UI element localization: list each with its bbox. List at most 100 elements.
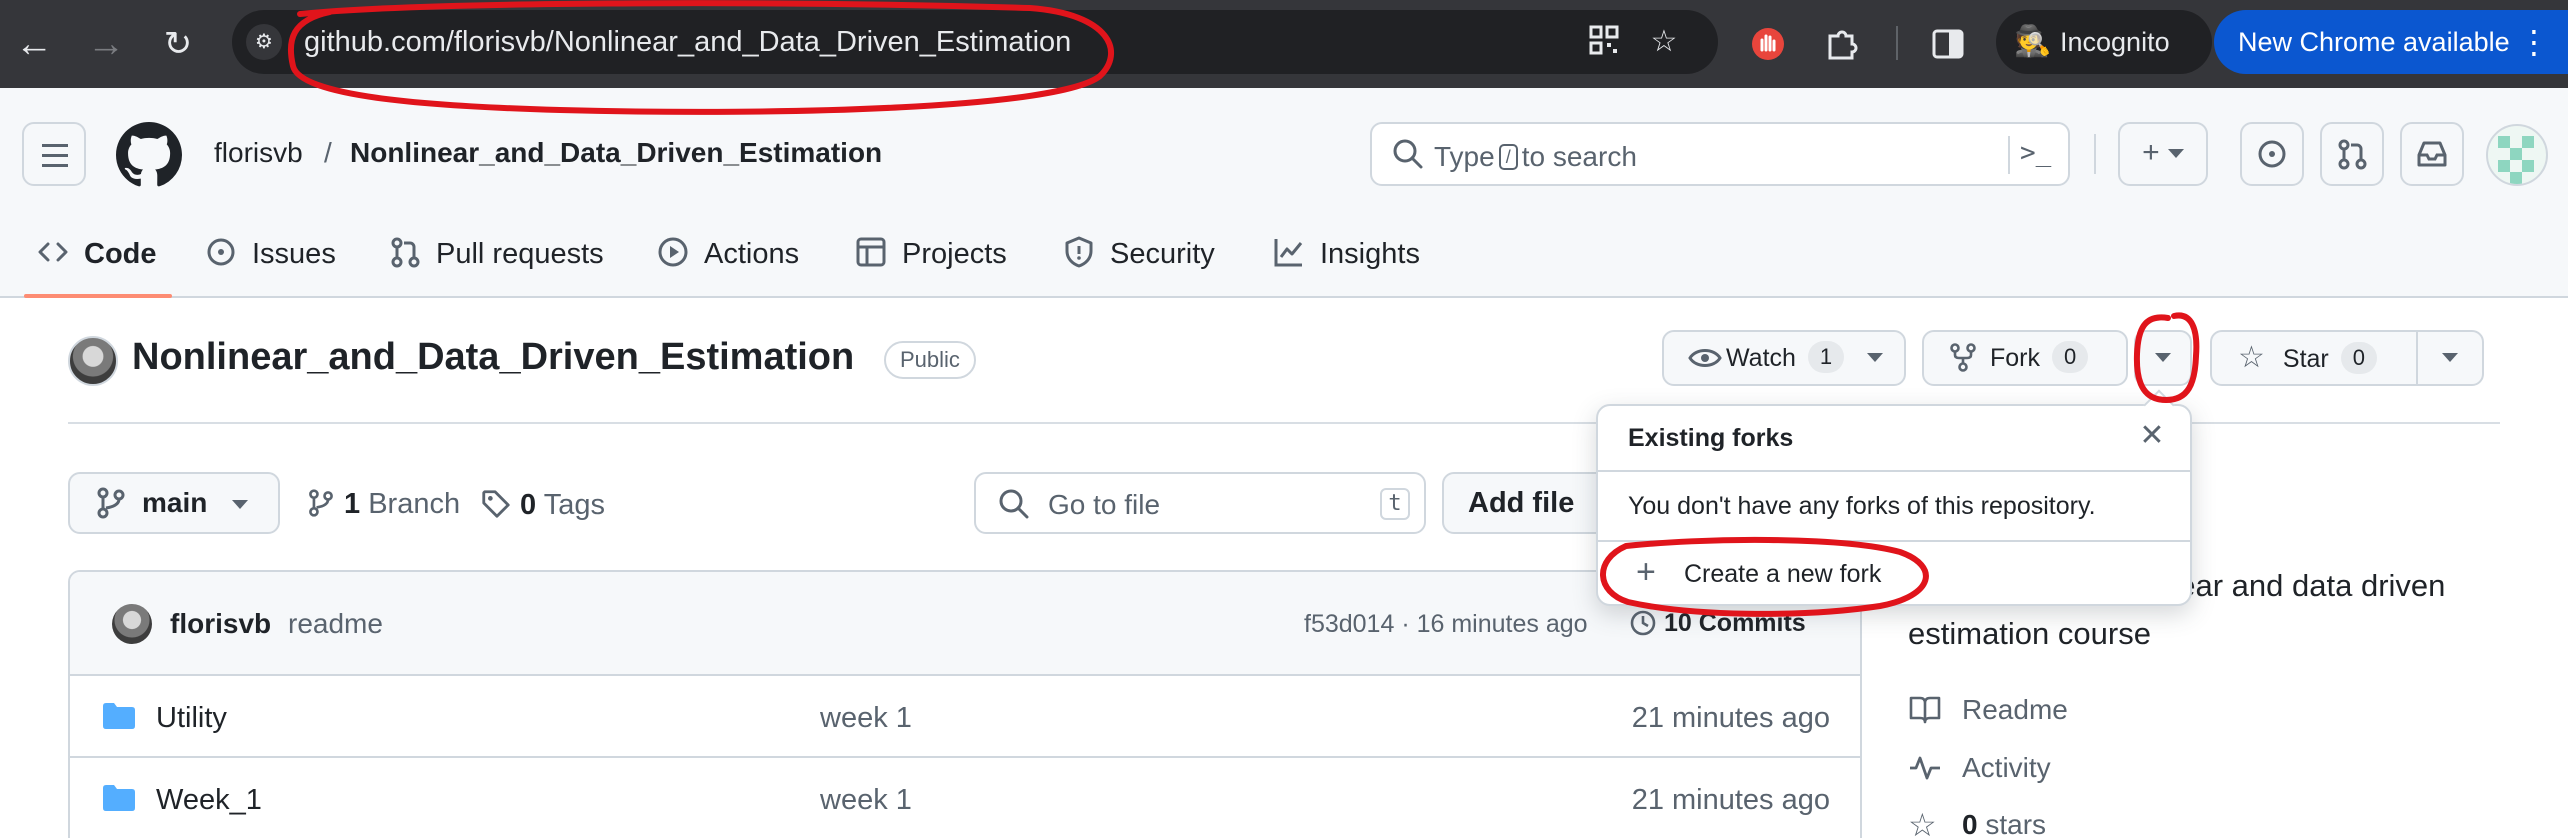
commits-history-link[interactable]: 10 Commits: [1628, 608, 1806, 638]
table-row[interactable]: Utility week 1 21 minutes ago: [70, 676, 1860, 758]
owner-link[interactable]: florisvb: [214, 137, 303, 169]
incognito-indicator[interactable]: 🕵 Incognito: [1996, 10, 2212, 74]
star-button[interactable]: ☆ Star 0: [2210, 330, 2418, 386]
address-url[interactable]: github.com/florisvb/Nonlinear_and_Data_D…: [304, 26, 1071, 59]
inbox-button[interactable]: [2400, 122, 2464, 186]
fork-count: 0: [2052, 341, 2089, 373]
side-panel-icon[interactable]: [1924, 20, 1972, 68]
user-avatar[interactable]: [2486, 124, 2548, 186]
go-to-file-shortcut-key: t: [1380, 488, 1410, 520]
bookmark-star-icon[interactable]: ☆: [1646, 24, 1682, 60]
commit-message[interactable]: readme: [288, 608, 383, 640]
fork-icon: [1950, 343, 1976, 372]
menu-divider: [1598, 470, 2190, 472]
repo-nav-tabs: Code Issues Pull requests Actions Projec…: [0, 210, 2568, 298]
existing-forks-menu: Existing forks ✕ You don't have any fork…: [1596, 404, 2192, 606]
incognito-label: Incognito: [2060, 27, 2170, 57]
path-separator: /: [324, 137, 332, 168]
issues-shortcut-button[interactable]: [2240, 122, 2304, 186]
stars-link[interactable]: ☆ 0 stars: [1908, 808, 2046, 838]
create-new-button[interactable]: +: [2118, 122, 2208, 186]
global-search-input[interactable]: Type / to search >_: [1370, 122, 2070, 186]
extension-stop-icon[interactable]: [1744, 20, 1792, 68]
incognito-icon: 🕵: [2014, 25, 2052, 58]
existing-forks-title: Existing forks: [1628, 424, 1794, 452]
watch-button[interactable]: Watch 1: [1662, 330, 1906, 386]
site-info-icon[interactable]: ⚙: [246, 24, 282, 60]
branch-selector-button[interactable]: main: [68, 472, 280, 534]
repo-link[interactable]: Nonlinear_and_Data_Driven_Estimation: [350, 137, 882, 169]
qr-code-icon[interactable]: [1586, 24, 1622, 60]
file-commit-message[interactable]: week 1: [820, 784, 912, 817]
update-chrome-button[interactable]: New Chrome available ⋮: [2214, 10, 2568, 74]
activity-link[interactable]: Activity: [1908, 750, 2051, 784]
tag-icon: [482, 490, 510, 518]
repo-owner-avatar[interactable]: [68, 336, 118, 386]
tab-pull-requests[interactable]: Pull requests: [388, 228, 604, 280]
visibility-badge: Public: [884, 341, 976, 379]
pull-request-icon: [2338, 139, 2367, 170]
table-row[interactable]: Week_1 week 1 21 minutes ago: [70, 758, 1860, 838]
address-bar[interactable]: ⚙ github.com/florisvb/Nonlinear_and_Data…: [232, 10, 1718, 74]
reload-icon[interactable]: ↻: [154, 20, 202, 68]
star-label: Star: [2282, 345, 2329, 373]
tab-code[interactable]: Code: [36, 228, 157, 280]
plus-icon: +: [1636, 553, 1656, 591]
fork-label: Fork: [1990, 344, 2040, 372]
header-divider: [2094, 134, 2096, 174]
extensions-puzzle-icon[interactable]: [1818, 20, 1866, 68]
command-palette-icon[interactable]: >_: [2020, 138, 2051, 168]
forward-icon[interactable]: →: [82, 20, 130, 68]
fork-button[interactable]: Fork 0: [1922, 330, 2128, 386]
shield-icon: [1065, 236, 1093, 268]
commit-author[interactable]: florisvb: [170, 608, 271, 640]
go-to-file-input[interactable]: Go to file t: [974, 472, 1426, 534]
star-count: 0: [2340, 342, 2378, 374]
add-file-button[interactable]: Add file: [1442, 472, 1622, 534]
chevron-down-icon: [1867, 353, 1884, 362]
close-icon[interactable]: ✕: [2132, 416, 2172, 456]
chevron-down-icon: [2167, 149, 2184, 158]
tags-link[interactable]: 0 Tags: [480, 488, 605, 522]
issue-icon: [2258, 140, 2286, 168]
chevron-down-icon: [232, 500, 248, 509]
tab-actions[interactable]: Actions: [656, 228, 799, 280]
tab-insights[interactable]: Insights: [1272, 228, 1420, 280]
star-lists-dropdown-button[interactable]: [2416, 330, 2484, 386]
branches-link[interactable]: 1 Branch: [306, 488, 460, 521]
go-to-file-placeholder: Go to file: [1048, 489, 1161, 520]
tab-issues[interactable]: Issues: [204, 228, 336, 280]
file-name[interactable]: Week_1: [156, 784, 262, 817]
file-name[interactable]: Utility: [156, 702, 227, 735]
file-table: florisvb readme f53d014 · 16 minutes ago…: [68, 570, 1862, 838]
file-commit-message[interactable]: week 1: [820, 702, 912, 735]
pull-requests-shortcut-button[interactable]: [2320, 122, 2384, 186]
avatar[interactable]: [112, 604, 152, 644]
selected-tab-underline: [24, 294, 172, 298]
tab-projects[interactable]: Projects: [854, 228, 1007, 280]
latest-commit-row: florisvb readme f53d014 · 16 minutes ago…: [70, 572, 1860, 676]
inbox-icon: [2417, 141, 2447, 167]
issue-icon: [207, 238, 235, 266]
create-new-fork-item[interactable]: + Create a new fork: [1598, 542, 2190, 604]
search-divider: [2008, 136, 2010, 174]
repo-title[interactable]: Nonlinear_and_Data_Driven_Estimation: [132, 336, 854, 379]
search-placeholder: Type / to search: [1434, 141, 1637, 172]
fork-options-dropdown-button[interactable]: [2134, 330, 2192, 386]
back-icon[interactable]: ←: [10, 20, 58, 68]
chevron-down-icon: [2442, 353, 2458, 362]
book-icon: [1909, 696, 1941, 724]
toolbar-separator: [1896, 26, 1898, 60]
menu-hamburger-icon[interactable]: [22, 122, 86, 186]
branch-name: main: [142, 487, 208, 518]
folder-icon: [103, 785, 135, 811]
github-logo-icon[interactable]: [116, 122, 182, 188]
tab-security[interactable]: Security: [1062, 228, 1215, 280]
readme-link[interactable]: Readme: [1908, 692, 2068, 726]
create-new-fork-label: Create a new fork: [1684, 560, 1882, 588]
actions-play-icon: [658, 237, 688, 267]
commit-hash-time[interactable]: f53d014 · 16 minutes ago: [1304, 610, 1588, 639]
pull-request-icon: [391, 237, 420, 268]
folder-icon: [103, 703, 135, 729]
more-vert-icon[interactable]: ⋮: [2518, 10, 2550, 74]
